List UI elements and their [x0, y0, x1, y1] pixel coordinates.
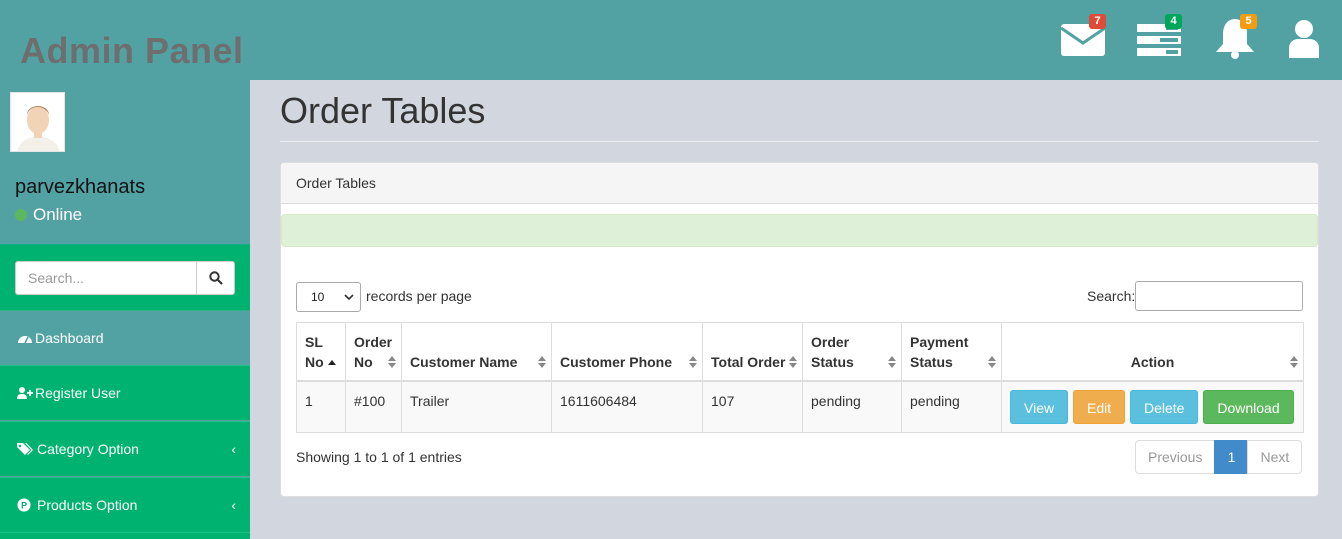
- tags-icon: [17, 443, 33, 455]
- table-search-label: Search:: [1087, 288, 1136, 304]
- username: parvezkhanats: [15, 176, 146, 198]
- pagination-previous[interactable]: Previous: [1135, 440, 1216, 474]
- sidebar-item-partial: [0, 532, 250, 539]
- user-panel: parvezkhanats Online: [0, 80, 250, 244]
- panel-heading: Order Tables: [281, 163, 1318, 204]
- table-search-input[interactable]: [1135, 281, 1303, 311]
- cell-customer-phone: 1611606484: [551, 380, 703, 433]
- sort-icon: [789, 355, 797, 368]
- cell-payment-status: pending: [901, 380, 1002, 433]
- user-icon: [1289, 20, 1319, 58]
- user-plus-icon: [17, 387, 33, 399]
- sort-asc-icon: [328, 359, 336, 365]
- pagination-page-1[interactable]: 1: [1214, 440, 1249, 474]
- success-alert: [281, 214, 1318, 247]
- column-header-payment-status[interactable]: Payment Status: [901, 322, 1002, 382]
- records-per-page-label: records per page: [366, 288, 472, 304]
- cell-order-status: pending: [802, 380, 902, 433]
- page-title: Order Tables: [280, 90, 486, 131]
- chevron-left-icon: ‹: [231, 497, 236, 513]
- records-per-page-select[interactable]: 10: [296, 282, 361, 312]
- svg-text:P: P: [21, 501, 27, 511]
- order-table: SL No Order No Customer Name Customer Phon…: [296, 322, 1304, 433]
- sidebar-item-label: Category Option: [37, 441, 139, 457]
- search-icon: [208, 271, 223, 285]
- column-header-customer-phone[interactable]: Customer Phone: [551, 322, 703, 382]
- messages-menu[interactable]: 7: [1060, 14, 1106, 58]
- avatar: [10, 92, 65, 152]
- records-per-page-value: 10: [311, 290, 325, 304]
- download-button[interactable]: Download: [1203, 389, 1294, 424]
- cell-actions: View Edit Delete Download: [1001, 380, 1304, 433]
- column-header-total-order[interactable]: Total Order: [702, 322, 803, 382]
- sidebar-item-dashboard[interactable]: Dashboard: [0, 310, 250, 365]
- table-info: Showing 1 to 1 of 1 entries: [296, 449, 462, 465]
- title-divider: [280, 141, 1319, 142]
- sidebar-item-products-option[interactable]: P Products Option ‹: [0, 477, 250, 532]
- sort-icon: [888, 355, 896, 368]
- notifications-count-badge: 5: [1240, 14, 1257, 29]
- chevron-down-icon: [344, 294, 354, 301]
- order-table-panel: Order Tables 10 records per page Search:…: [280, 162, 1319, 497]
- product-icon: P: [17, 498, 31, 512]
- sort-icon: [1290, 355, 1298, 368]
- tasks-count-badge: 4: [1165, 14, 1182, 29]
- delete-button[interactable]: Delete: [1130, 389, 1199, 424]
- table-header-row: SL No Order No Customer Name Customer Phon…: [296, 322, 1304, 382]
- column-header-order-status[interactable]: Order Status: [802, 322, 902, 382]
- sidebar-search-button[interactable]: [196, 261, 235, 295]
- dashboard-icon: [18, 336, 32, 344]
- online-status: Online: [15, 205, 82, 225]
- cell-total-order: 107: [702, 380, 803, 433]
- cell-sl-no: 1: [296, 380, 346, 433]
- view-button[interactable]: View: [1010, 389, 1069, 424]
- notifications-menu[interactable]: 5: [1213, 14, 1257, 60]
- sort-icon: [689, 355, 697, 368]
- user-menu[interactable]: [1286, 18, 1322, 58]
- sort-icon: [988, 355, 996, 368]
- column-header-customer-name[interactable]: Customer Name: [401, 322, 552, 382]
- table-row: 1 #100 Trailer 1611606484 107 pending pe…: [296, 380, 1304, 433]
- messages-count-badge: 7: [1089, 14, 1106, 29]
- cell-order-no: #100: [345, 380, 402, 433]
- tasks-menu[interactable]: 4: [1136, 14, 1182, 58]
- column-header-action[interactable]: Action: [1001, 322, 1304, 382]
- sidebar-item-label: Register User: [35, 385, 121, 401]
- online-status-dot: [15, 209, 27, 221]
- column-header-sl-no[interactable]: SL No: [296, 322, 346, 382]
- column-header-order-no[interactable]: Order No: [345, 322, 402, 382]
- online-status-label: Online: [33, 205, 83, 224]
- sidebar-item-label: Dashboard: [35, 330, 104, 346]
- brand-logo-text[interactable]: Admin Panel: [20, 30, 244, 72]
- sort-icon: [538, 355, 546, 368]
- sidebar-item-category-option[interactable]: Category Option ‹: [0, 421, 250, 476]
- pagination: Previous 1 Next: [1135, 440, 1303, 474]
- edit-button[interactable]: Edit: [1072, 389, 1126, 424]
- sidebar-item-register-user[interactable]: Register User: [0, 365, 250, 420]
- chevron-left-icon: ‹: [231, 441, 236, 457]
- sidebar-search-form: [0, 244, 250, 310]
- pagination-next[interactable]: Next: [1247, 440, 1303, 474]
- sidebar: parvezkhanats Online Dashboard Register …: [0, 80, 250, 539]
- cell-customer-name: Trailer: [401, 380, 552, 433]
- sort-icon: [388, 355, 396, 368]
- sidebar-search-input[interactable]: [15, 261, 197, 295]
- top-navbar: Admin Panel 7 4 5: [0, 0, 1342, 80]
- sidebar-item-label: Products Option: [37, 497, 138, 513]
